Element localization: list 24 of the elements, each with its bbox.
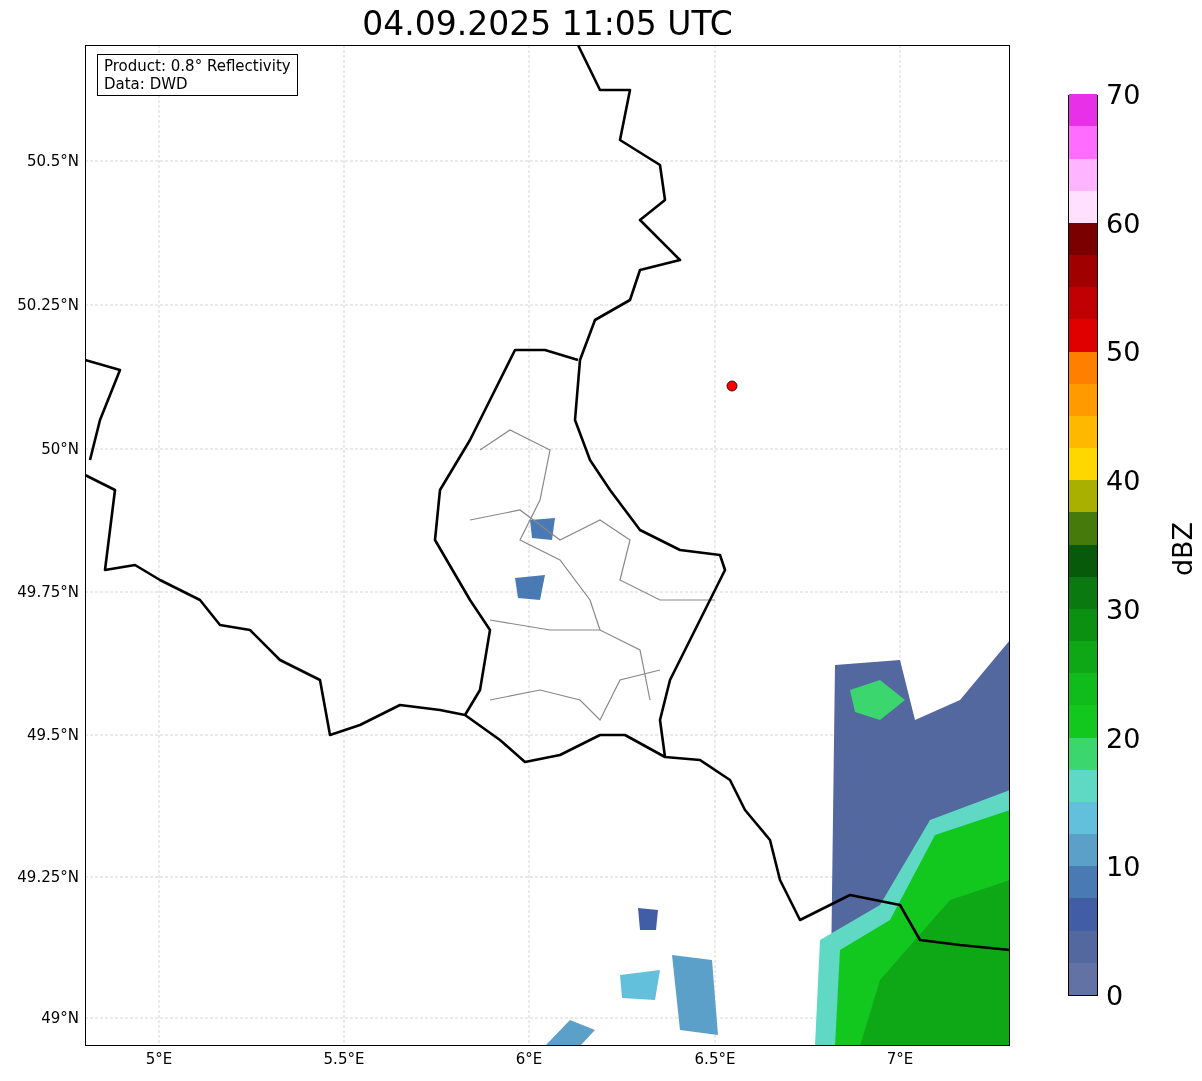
longitude-tick-label: 6.5°E bbox=[693, 1050, 737, 1068]
info-text: Data: DWD bbox=[104, 75, 189, 93]
longitude-tick-label: 5.5°E bbox=[322, 1050, 366, 1068]
colorbar-tick-label: 40 bbox=[1106, 466, 1141, 497]
colorbar-tick-label: 10 bbox=[1106, 852, 1141, 883]
colorbar-tick-label: 0 bbox=[1106, 981, 1124, 1011]
colorbar-tick-label: 30 bbox=[1106, 594, 1141, 625]
latitude-tick-label: 50°N bbox=[41, 440, 79, 458]
latitude-tick-label: 49.75°N bbox=[17, 583, 79, 601]
longitude-tick-label: 7°E bbox=[885, 1050, 915, 1068]
latitude-tick-label: 49.25°N bbox=[17, 868, 79, 886]
longitude-tick-label: 6°E bbox=[514, 1050, 544, 1068]
longitude-tick-label: 5°E bbox=[144, 1050, 174, 1068]
info-text: Product: 0.8° Reflectivity bbox=[104, 57, 291, 75]
chart-title: 04.09.2025 11:05 UTC bbox=[361, 4, 734, 44]
latitude-tick-label: 50.5°N bbox=[26, 152, 79, 170]
latitude-tick-label: 49°N bbox=[41, 1009, 79, 1027]
latitude-tick-label: 49.5°N bbox=[26, 726, 79, 744]
colorbar-label: dBZ bbox=[1168, 521, 1198, 577]
colorbar-tick-label: 70 bbox=[1106, 80, 1141, 110]
latitude-tick-label: 50.25°N bbox=[17, 296, 79, 314]
colorbar-tick-label: 60 bbox=[1106, 208, 1141, 239]
colorbar-tick-label: 50 bbox=[1106, 337, 1141, 368]
colorbar-tick-label: 20 bbox=[1106, 723, 1141, 754]
